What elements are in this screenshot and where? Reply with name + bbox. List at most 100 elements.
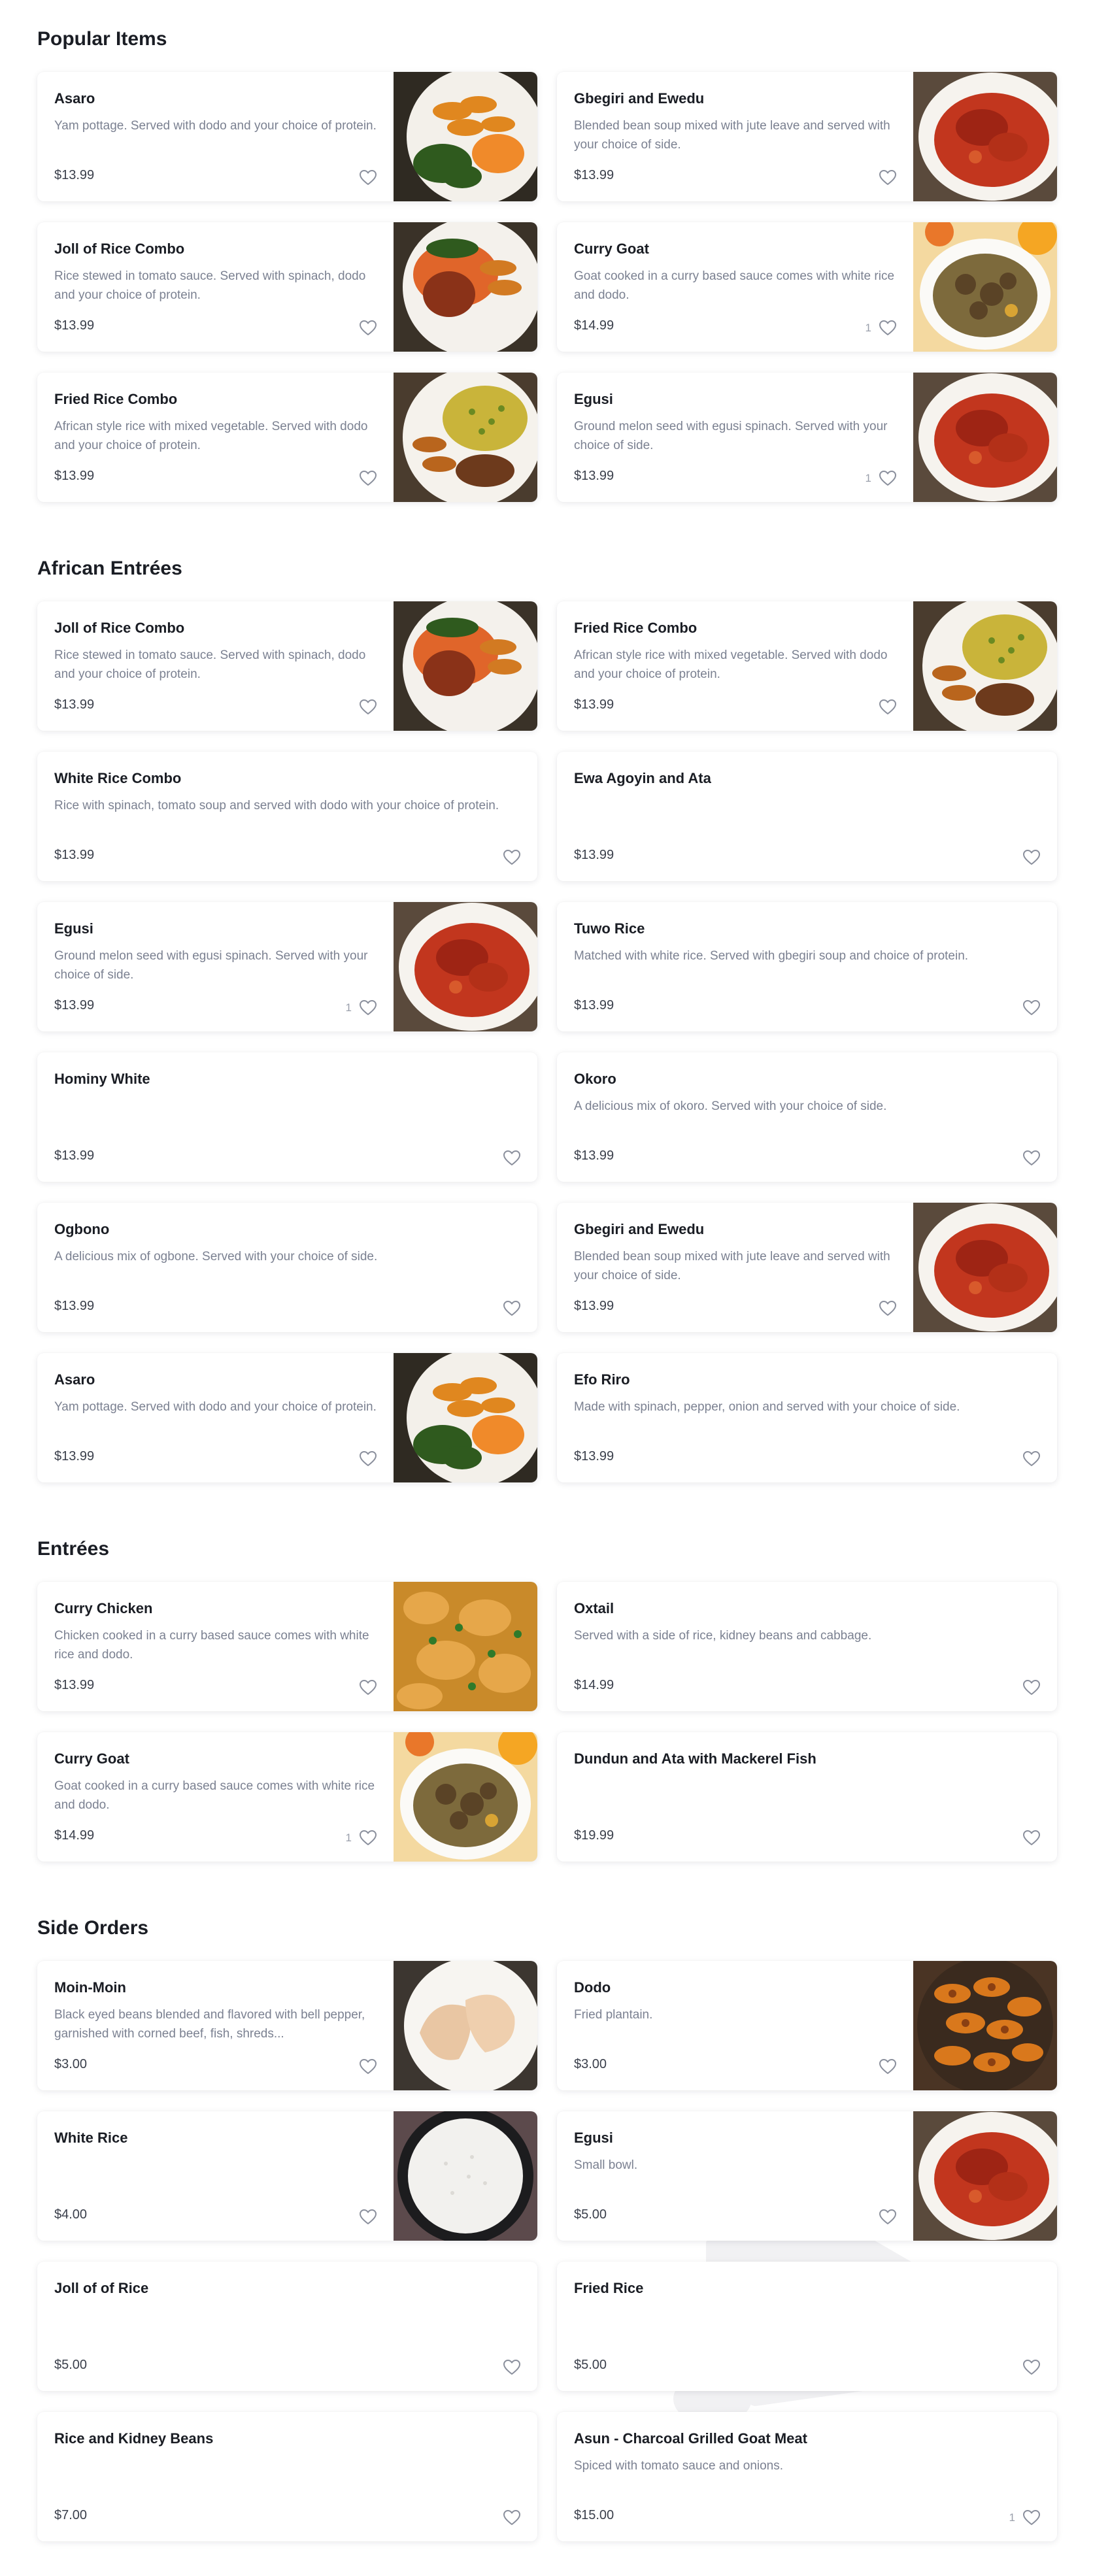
- menu-item-photo[interactable]: [913, 1961, 1057, 2090]
- favorite-control[interactable]: [352, 320, 377, 336]
- favorite-control[interactable]: [352, 699, 377, 715]
- menu-item-card[interactable]: Gbegiri and Ewedu Blended bean soup mixed…: [557, 1203, 1057, 1332]
- favorite-control[interactable]: [1015, 1451, 1040, 1467]
- heart-icon[interactable]: [1023, 1000, 1040, 1016]
- heart-icon[interactable]: [1023, 1830, 1040, 1846]
- heart-icon[interactable]: [503, 1301, 520, 1316]
- heart-icon[interactable]: [360, 1000, 377, 1016]
- heart-icon[interactable]: [360, 2209, 377, 2225]
- menu-item-photo[interactable]: [394, 902, 537, 1031]
- heart-icon[interactable]: [1023, 2360, 1040, 2375]
- favorite-control[interactable]: [496, 1150, 520, 1166]
- menu-item-card[interactable]: White Rice $4.00: [37, 2111, 537, 2241]
- menu-item-card[interactable]: Egusi Ground melon seed with egusi spinac…: [557, 373, 1057, 502]
- heart-icon[interactable]: [360, 1830, 377, 1846]
- menu-item-card[interactable]: Curry Chicken Chicken cooked in a curry b…: [37, 1582, 537, 1711]
- favorite-control[interactable]: [1015, 1830, 1040, 1846]
- menu-item-card[interactable]: Moin-Moin Black eyed beans blended and fl…: [37, 1961, 537, 2090]
- heart-icon[interactable]: [360, 2059, 377, 2075]
- menu-item-photo[interactable]: [913, 2111, 1057, 2241]
- menu-item-photo[interactable]: [394, 373, 537, 502]
- favorite-control[interactable]: [1015, 1000, 1040, 1016]
- menu-item-card[interactable]: Rice and Kidney Beans $7.00: [37, 2412, 537, 2541]
- heart-icon[interactable]: [360, 170, 377, 186]
- favorite-control[interactable]: [496, 850, 520, 865]
- favorite-control[interactable]: 1: [1009, 2510, 1040, 2526]
- heart-icon[interactable]: [1023, 1451, 1040, 1467]
- menu-item-card[interactable]: Hominy White $13.99: [37, 1052, 537, 1182]
- favorite-control[interactable]: [496, 2510, 520, 2526]
- heart-icon[interactable]: [1023, 1150, 1040, 1166]
- favorite-control[interactable]: 1: [866, 320, 896, 336]
- heart-icon[interactable]: [1023, 1680, 1040, 1696]
- menu-item-photo[interactable]: [913, 72, 1057, 201]
- menu-item-card[interactable]: Joll of Rice Combo Rice stewed in tomato …: [37, 601, 537, 731]
- menu-item-card[interactable]: Fried Rice Combo African style rice with …: [557, 601, 1057, 731]
- menu-item-card[interactable]: Dundun and Ata with Mackerel Fish $19.99: [557, 1732, 1057, 1862]
- menu-item-card[interactable]: Dodo Fried plantain. $3.00: [557, 1961, 1057, 2090]
- favorite-control[interactable]: [871, 170, 896, 186]
- favorite-control[interactable]: [871, 2209, 896, 2225]
- menu-item-photo[interactable]: [913, 222, 1057, 352]
- heart-icon[interactable]: [879, 170, 896, 186]
- favorite-control[interactable]: [1015, 1150, 1040, 1166]
- heart-icon[interactable]: [1023, 2510, 1040, 2526]
- heart-icon[interactable]: [503, 2360, 520, 2375]
- menu-item-card[interactable]: White Rice Combo Rice with spinach, tomat…: [37, 752, 537, 881]
- menu-item-photo[interactable]: [394, 1353, 537, 1482]
- menu-item-card[interactable]: Asaro Yam pottage. Served with dodo and y…: [37, 1353, 537, 1482]
- menu-item-photo[interactable]: [913, 373, 1057, 502]
- menu-item-photo[interactable]: [394, 1582, 537, 1711]
- menu-item-card[interactable]: Asaro Yam pottage. Served with dodo and y…: [37, 72, 537, 201]
- heart-icon[interactable]: [879, 2059, 896, 2075]
- menu-item-card[interactable]: Curry Goat Goat cooked in a curry based s…: [37, 1732, 537, 1862]
- menu-item-card[interactable]: Fried Rice $5.00: [557, 2262, 1057, 2391]
- menu-item-card[interactable]: Asun - Charcoal Grilled Goat Meat Spiced …: [557, 2412, 1057, 2541]
- heart-icon[interactable]: [1023, 850, 1040, 865]
- favorite-control[interactable]: [352, 471, 377, 486]
- menu-item-photo[interactable]: [394, 601, 537, 731]
- favorite-control[interactable]: [352, 2059, 377, 2075]
- menu-item-card[interactable]: Curry Goat Goat cooked in a curry based s…: [557, 222, 1057, 352]
- heart-icon[interactable]: [879, 1301, 896, 1316]
- menu-item-photo[interactable]: [394, 72, 537, 201]
- favorite-control[interactable]: 1: [866, 471, 896, 486]
- favorite-control[interactable]: [352, 1451, 377, 1467]
- menu-item-card[interactable]: Oxtail Served with a side of rice, kidney…: [557, 1582, 1057, 1711]
- menu-item-card[interactable]: Fried Rice Combo African style rice with …: [37, 373, 537, 502]
- menu-item-photo[interactable]: [394, 1961, 537, 2090]
- menu-item-card[interactable]: Joll of of Rice $5.00: [37, 2262, 537, 2391]
- heart-icon[interactable]: [879, 2209, 896, 2225]
- favorite-control[interactable]: [496, 1301, 520, 1316]
- menu-item-card[interactable]: Joll of Rice Combo Rice stewed in tomato …: [37, 222, 537, 352]
- favorite-control[interactable]: [352, 2209, 377, 2225]
- heart-icon[interactable]: [503, 850, 520, 865]
- menu-item-photo[interactable]: [394, 1732, 537, 1862]
- menu-item-photo[interactable]: [913, 601, 1057, 731]
- menu-item-card[interactable]: Okoro A delicious mix of okoro. Served wi…: [557, 1052, 1057, 1182]
- favorite-control[interactable]: [871, 699, 896, 715]
- heart-icon[interactable]: [360, 1680, 377, 1696]
- menu-item-photo[interactable]: [394, 2111, 537, 2241]
- menu-item-photo[interactable]: [913, 1203, 1057, 1332]
- favorite-control[interactable]: [1015, 1680, 1040, 1696]
- menu-item-card[interactable]: Ewa Agoyin and Ata $13.99: [557, 752, 1057, 881]
- heart-icon[interactable]: [360, 1451, 377, 1467]
- favorite-control[interactable]: [352, 170, 377, 186]
- favorite-control[interactable]: [352, 1680, 377, 1696]
- favorite-control[interactable]: [1015, 850, 1040, 865]
- menu-item-photo[interactable]: [394, 222, 537, 352]
- heart-icon[interactable]: [879, 699, 896, 715]
- heart-icon[interactable]: [879, 320, 896, 336]
- menu-item-card[interactable]: Efo Riro Made with spinach, pepper, onion…: [557, 1353, 1057, 1482]
- menu-item-card[interactable]: Gbegiri and Ewedu Blended bean soup mixed…: [557, 72, 1057, 201]
- menu-item-card[interactable]: Egusi Small bowl. $5.00: [557, 2111, 1057, 2241]
- heart-icon[interactable]: [360, 320, 377, 336]
- favorite-control[interactable]: 1: [346, 1830, 377, 1846]
- heart-icon[interactable]: [360, 471, 377, 486]
- favorite-control[interactable]: [1015, 2360, 1040, 2375]
- menu-item-card[interactable]: Tuwo Rice Matched with white rice. Served…: [557, 902, 1057, 1031]
- favorite-control[interactable]: [871, 1301, 896, 1316]
- heart-icon[interactable]: [879, 471, 896, 486]
- menu-item-card[interactable]: Ogbono A delicious mix of ogbone. Served …: [37, 1203, 537, 1332]
